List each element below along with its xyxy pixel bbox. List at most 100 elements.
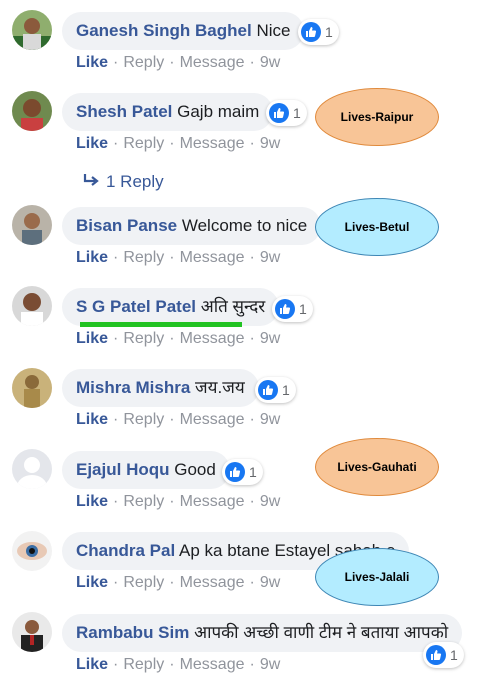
message-link[interactable]: Message: [180, 493, 245, 510]
comment-text: Good: [174, 460, 216, 479]
like-link[interactable]: Like: [76, 135, 108, 152]
reply-link[interactable]: Reply: [123, 249, 164, 266]
annotation-oval-gauhati: Lives-Gauhati: [315, 438, 439, 496]
comment-text: जय.जय: [195, 378, 245, 397]
avatar[interactable]: [12, 10, 52, 50]
reply-link[interactable]: Reply: [123, 656, 164, 673]
timestamp[interactable]: 9w: [260, 493, 280, 510]
reply-link[interactable]: Reply: [123, 574, 164, 591]
reaction-count[interactable]: 1: [272, 296, 313, 322]
like-thumb-icon: [426, 645, 446, 665]
comment-bubble: Ejajul Hoqu Good: [62, 451, 230, 489]
commenter-name[interactable]: S G Patel Patel: [76, 297, 196, 316]
like-link[interactable]: Like: [76, 574, 108, 591]
message-link[interactable]: Message: [180, 411, 245, 428]
timestamp[interactable]: 9w: [260, 574, 280, 591]
reaction-count[interactable]: 1: [222, 459, 263, 485]
avatar[interactable]: [12, 205, 52, 245]
message-link[interactable]: Message: [180, 54, 245, 71]
comment-bubble: Bisan Panse Welcome to nice: [62, 207, 322, 245]
annotation-label: Lives-Jalali: [344, 570, 410, 584]
annotation-label: Lives-Raipur: [340, 110, 414, 124]
comment-actions: Like · Reply · Message · 9w: [76, 330, 281, 347]
comment-text: Gajb maim: [177, 102, 260, 121]
comment-actions: Like · Reply · Message · 9w: [76, 249, 281, 266]
like-link[interactable]: Like: [76, 249, 108, 266]
like-thumb-icon: [225, 462, 245, 482]
reaction-count[interactable]: 1: [298, 19, 339, 45]
annotation-label: Lives-Betul: [344, 220, 410, 234]
timestamp[interactable]: 9w: [260, 656, 280, 673]
comment-actions: Like · Reply · Message · 9w: [76, 411, 281, 428]
commenter-name[interactable]: Ejajul Hoqu: [76, 460, 170, 479]
highlight-underline: [80, 322, 242, 327]
message-link[interactable]: Message: [180, 656, 245, 673]
like-thumb-icon: [269, 103, 289, 123]
timestamp[interactable]: 9w: [260, 411, 280, 428]
message-link[interactable]: Message: [180, 574, 245, 591]
comment-actions: Like · Reply · Message · 9w: [76, 574, 281, 591]
commenter-name[interactable]: Shesh Patel: [76, 102, 172, 121]
commenter-name[interactable]: Bisan Panse: [76, 216, 177, 235]
view-replies-link[interactable]: 1 Reply: [82, 172, 164, 192]
replies-count[interactable]: 1 Reply: [106, 172, 164, 191]
like-link[interactable]: Like: [76, 493, 108, 510]
comment-actions: Like · Reply · Message · 9w: [76, 493, 281, 510]
commenter-name[interactable]: Chandra Pal: [76, 541, 175, 560]
annotation-oval-raipur: Lives-Raipur: [315, 88, 439, 146]
reply-arrow-icon: [82, 172, 106, 192]
message-link[interactable]: Message: [180, 249, 245, 266]
reply-link[interactable]: Reply: [123, 330, 164, 347]
commenter-name[interactable]: Rambabu Sim: [76, 623, 189, 642]
message-link[interactable]: Message: [180, 135, 245, 152]
comment-bubble: Shesh Patel Gajb maim: [62, 93, 274, 131]
comment-actions: Like · Reply · Message · 9w: [76, 656, 281, 673]
comment-text: Welcome to nice: [181, 216, 308, 235]
reply-link[interactable]: Reply: [123, 135, 164, 152]
comment-text: अति सुन्दर: [200, 297, 266, 316]
reaction-count[interactable]: 1: [266, 100, 307, 126]
reaction-number: 1: [282, 382, 290, 398]
like-thumb-icon: [301, 22, 321, 42]
like-link[interactable]: Like: [76, 411, 108, 428]
comment-bubble: S G Patel Patel अति सुन्दर: [62, 288, 280, 326]
like-thumb-icon: [275, 299, 295, 319]
reply-link[interactable]: Reply: [123, 493, 164, 510]
comment-text: Nice: [256, 21, 291, 40]
reaction-number: 1: [325, 24, 333, 40]
reaction-count[interactable]: 1: [255, 377, 296, 403]
default-avatar-icon[interactable]: [12, 449, 52, 489]
annotation-oval-betul: Lives-Betul: [315, 198, 439, 256]
avatar[interactable]: [12, 612, 52, 652]
timestamp[interactable]: 9w: [260, 330, 280, 347]
avatar[interactable]: [12, 368, 52, 408]
commenter-name[interactable]: Ganesh Singh Baghel: [76, 21, 252, 40]
like-link[interactable]: Like: [76, 54, 108, 71]
avatar[interactable]: [12, 286, 52, 326]
reaction-number: 1: [293, 105, 301, 121]
commenter-name[interactable]: Mishra Mishra: [76, 378, 190, 397]
reaction-number: 1: [299, 301, 307, 317]
comment-bubble: Ganesh Singh Baghel Nice: [62, 12, 305, 50]
reaction-number: 1: [249, 464, 257, 480]
timestamp[interactable]: 9w: [260, 54, 280, 71]
comment-text: आपकी अच्छी वाणी टीम ने बताया आपको: [194, 623, 449, 642]
reply-link[interactable]: Reply: [123, 411, 164, 428]
reply-link[interactable]: Reply: [123, 54, 164, 71]
like-link[interactable]: Like: [76, 656, 108, 673]
timestamp[interactable]: 9w: [260, 249, 280, 266]
comment-actions: Like · Reply · Message · 9w: [76, 135, 281, 152]
like-thumb-icon: [258, 380, 278, 400]
annotation-oval-jalali: Lives-Jalali: [315, 548, 439, 606]
comment-bubble: Rambabu Sim आपकी अच्छी वाणी टीम ने बताया…: [62, 614, 463, 652]
like-link[interactable]: Like: [76, 330, 108, 347]
avatar[interactable]: [12, 91, 52, 131]
comment-actions: Like · Reply · Message · 9w: [76, 54, 281, 71]
message-link[interactable]: Message: [180, 330, 245, 347]
reaction-count[interactable]: 1: [423, 642, 464, 668]
timestamp[interactable]: 9w: [260, 135, 280, 152]
avatar[interactable]: [12, 531, 52, 571]
comment-bubble: Mishra Mishra जय.जय: [62, 369, 259, 407]
reaction-number: 1: [450, 647, 458, 663]
annotation-label: Lives-Gauhati: [337, 460, 417, 474]
